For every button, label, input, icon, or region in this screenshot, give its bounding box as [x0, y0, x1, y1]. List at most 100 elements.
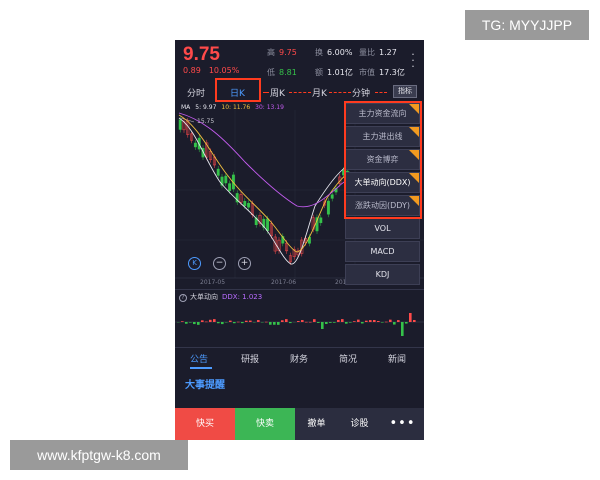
- ddx-bar: [245, 320, 248, 322]
- ddx-value: DDX: 1.023: [222, 293, 263, 301]
- annotation-arrow-line: [263, 92, 269, 93]
- ddx-bar: [369, 320, 372, 322]
- ddx-bar: [289, 322, 292, 324]
- ddx-bar: [389, 319, 392, 322]
- candle-body: [178, 119, 182, 130]
- tab-minute[interactable]: 分钟: [352, 86, 370, 99]
- quick-sell-button[interactable]: 快卖: [235, 408, 295, 440]
- ddx-bar: [313, 319, 316, 322]
- ddx-bar: [309, 321, 312, 323]
- active-tab-underline: [190, 367, 212, 369]
- ddx-bar: [377, 321, 380, 322]
- candle-body: [247, 202, 251, 208]
- ddx-bar: [349, 322, 352, 323]
- quick-buy-button[interactable]: 快买: [175, 408, 235, 440]
- ddx-bar: [385, 321, 388, 323]
- current-price: 9.75: [183, 44, 220, 65]
- ddx-bar: [317, 322, 320, 323]
- ddx-bar: [341, 319, 344, 322]
- change-amount: 0.89: [183, 66, 201, 75]
- cancel-order-button[interactable]: 撤单: [295, 408, 338, 440]
- ddx-bar: [281, 320, 284, 322]
- ddx-bar: [277, 322, 280, 325]
- ddx-bar: [305, 321, 308, 323]
- ddx-bar: [329, 322, 332, 323]
- menu-item-macd[interactable]: MACD: [345, 241, 420, 262]
- ddx-bar: [221, 322, 224, 325]
- zoom-out-icon[interactable]: −: [213, 257, 226, 270]
- ddx-bar: [405, 322, 408, 324]
- tab-research[interactable]: 研报: [241, 352, 259, 365]
- candle-body: [243, 200, 247, 207]
- annotation-arrow-line: [329, 92, 351, 93]
- stat-low: 低 8.81: [267, 68, 297, 77]
- ddx-bar: [361, 322, 364, 324]
- stat-amount: 额 1.01亿: [315, 68, 353, 77]
- ddx-bars-group: [177, 313, 416, 336]
- candle-body: [216, 168, 220, 176]
- screenshot-page: TG: MYYJJPP www.kfptgw-k8.com 9.75 0.89 1…: [0, 0, 600, 480]
- menu-item-kdj[interactable]: KDJ: [345, 264, 420, 285]
- ddx-bar: [241, 322, 244, 324]
- more-options-icon[interactable]: · · ·: [410, 49, 416, 72]
- events-title: 大事提醒: [185, 380, 225, 391]
- bottom-action-bar: 快买 快卖 撤单 诊股 •••: [175, 408, 424, 440]
- candle-body: [193, 142, 197, 148]
- daily-k-highlight-box: [215, 78, 261, 102]
- tab-monthly-k[interactable]: 月K: [312, 86, 327, 99]
- tab-news[interactable]: 新闻: [388, 352, 406, 365]
- ddx-bar: [285, 319, 288, 322]
- watermark-top: TG: MYYJJPP: [465, 10, 589, 40]
- info-tabs: 公告 研报 财务 简况 新闻: [175, 348, 424, 368]
- zoom-in-icon[interactable]: +: [238, 257, 251, 270]
- sub-chart-header: ? 大单动向 DDX: 1.023: [179, 292, 262, 302]
- date-tick-label: 2017-05: [200, 279, 226, 286]
- ddx-bar: [205, 321, 208, 323]
- ddx-bar: [217, 322, 220, 324]
- ma10-line: [178, 114, 351, 253]
- ddx-bar: [265, 321, 268, 323]
- ddx-bar: [321, 322, 324, 329]
- ddx-bar: [413, 320, 416, 322]
- tab-announcements[interactable]: 公告: [190, 352, 208, 365]
- premium-indicators-highlight-box: [344, 101, 422, 219]
- ddx-bar: [397, 320, 400, 322]
- ddx-bar: [365, 320, 368, 322]
- date-tick-label: 2017-06: [271, 279, 297, 286]
- tab-weekly-k[interactable]: 周K: [270, 86, 285, 99]
- candle-body: [319, 217, 323, 224]
- candles-group: [178, 116, 353, 265]
- ddx-bar: [381, 322, 384, 323]
- tab-financials[interactable]: 财务: [290, 352, 308, 365]
- ddx-bar: [325, 322, 328, 324]
- stat-market-cap: 市值 17.3亿: [359, 68, 405, 77]
- stat-turnover: 换 6.00%: [315, 48, 353, 57]
- tab-profile[interactable]: 简况: [339, 352, 357, 365]
- help-icon[interactable]: ?: [179, 294, 187, 302]
- k-icon[interactable]: K: [188, 257, 201, 270]
- ddx-bar: [357, 319, 360, 322]
- ddx-bar: [257, 320, 260, 322]
- ddx-bar: [393, 322, 396, 325]
- ddx-bar: [249, 320, 252, 322]
- phone-screen: 9.75 0.89 10.05% 高 9.75 换 6.00% 量比 1.27 低 8.8…: [175, 40, 424, 440]
- ddx-bar: [233, 322, 236, 324]
- more-button[interactable]: •••: [381, 408, 424, 440]
- ddx-bar: [229, 320, 232, 322]
- divider: [175, 289, 424, 290]
- ddx-bar: [345, 322, 348, 324]
- ddx-bar-chart[interactable]: [175, 302, 424, 348]
- menu-item-vol[interactable]: VOL: [345, 218, 420, 239]
- ddx-bar: [297, 321, 300, 322]
- tab-time-sharing[interactable]: 分时: [187, 86, 205, 99]
- annotation-arrow-line: [375, 92, 387, 93]
- indicator-button[interactable]: 指标: [393, 85, 417, 98]
- ma5-line: [178, 117, 351, 265]
- ddx-bar: [197, 322, 200, 325]
- ddx-bar: [333, 322, 336, 323]
- candle-body: [330, 194, 334, 199]
- diagnose-stock-button[interactable]: 诊股: [338, 408, 381, 440]
- ddx-bar: [353, 321, 356, 322]
- ddx-bar: [301, 320, 304, 322]
- ddx-bar: [209, 319, 212, 322]
